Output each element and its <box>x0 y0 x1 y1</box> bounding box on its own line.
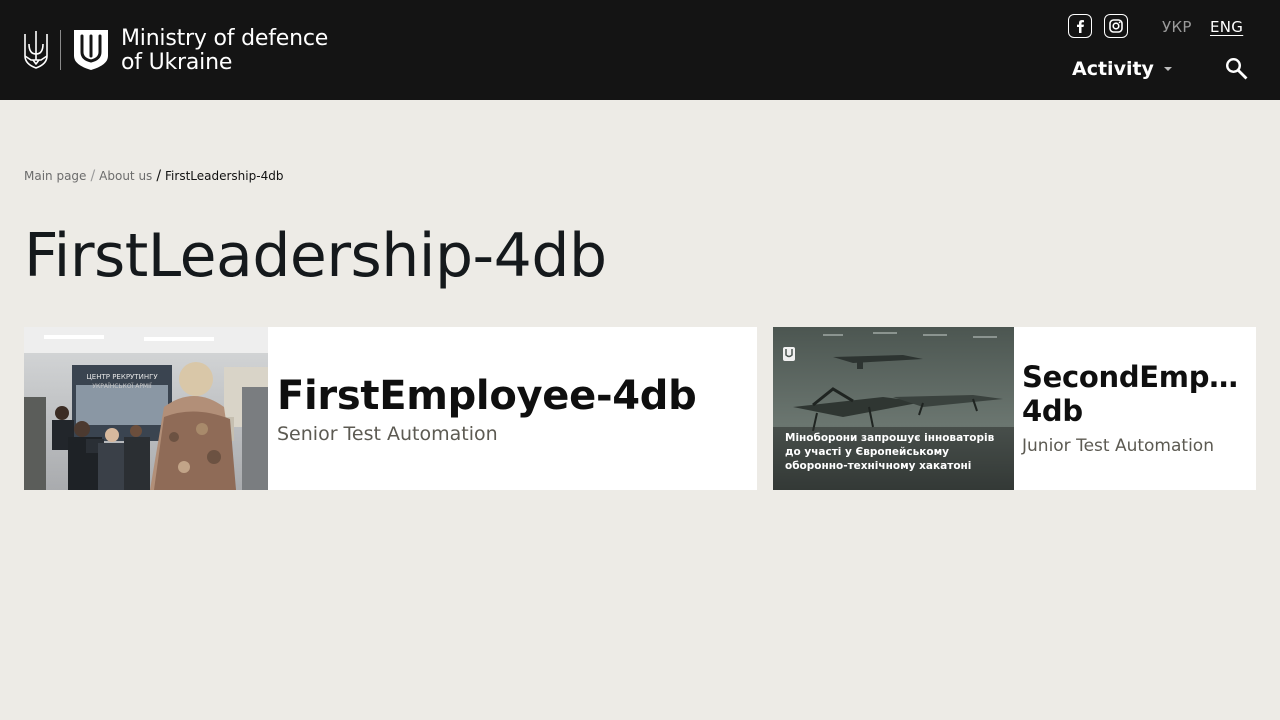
trident-emblem-icon[interactable] <box>24 30 48 70</box>
photo-caption-line-2: до участі у Європейському <box>785 446 949 458</box>
breadcrumb: Main page / About us / FirstLeadership-4… <box>24 168 283 184</box>
employee-name-line-2: 4db <box>1022 393 1083 428</box>
employee-card[interactable]: ЦЕНТР РЕКРУТИНГУ УКРАЇНСЬКОЇ АРМІЇ First… <box>24 327 757 490</box>
employee-photo: Міноборони запрошує інноваторів до участ… <box>773 327 1014 490</box>
photo-caption-line-3: оборонно-технічному хакатоні <box>785 460 971 472</box>
facebook-link[interactable] <box>1068 14 1092 38</box>
ministry-logo-text[interactable]: Ministry of defence of Ukraine <box>121 27 328 75</box>
search-icon[interactable] <box>1224 56 1248 80</box>
employee-name-line-1: SecondEmpl... <box>1022 359 1244 394</box>
breadcrumb-main-page[interactable]: Main page <box>24 168 86 184</box>
page-title: FirstLeadership-4db <box>24 221 607 291</box>
employee-name[interactable]: SecondEmpl... 4db <box>1022 360 1244 428</box>
language-ukr-link[interactable]: УКР <box>1162 18 1192 36</box>
instagram-link[interactable] <box>1104 14 1128 38</box>
breadcrumb-about-us[interactable]: About us <box>99 168 152 184</box>
language-eng-link[interactable]: ENG <box>1210 18 1243 36</box>
employee-photo: ЦЕНТР РЕКРУТИНГУ УКРАЇНСЬКОЇ АРМІЇ <box>24 327 268 490</box>
employee-role: Junior Test Automation <box>1022 435 1214 456</box>
breadcrumb-separator: / <box>90 168 96 184</box>
photo-caption-line-2: УКРАЇНСЬКОЇ АРМІЇ <box>92 383 152 390</box>
employee-role: Senior Test Automation <box>277 422 498 445</box>
logo-divider <box>60 30 61 70</box>
instagram-icon <box>1109 19 1123 33</box>
logo-line-1: Ministry of defence <box>121 26 329 51</box>
photo-caption-line-1: ЦЕНТР РЕКРУТИНГУ <box>86 373 158 381</box>
employee-card-body: SecondEmpl... 4db Junior Test Automation <box>1022 327 1246 490</box>
employee-card-body: FirstEmployee-4db Senior Test Automation <box>277 327 747 490</box>
employee-name[interactable]: FirstEmployee-4db <box>277 372 747 420</box>
activity-menu-button[interactable]: Activity <box>1072 57 1172 81</box>
site-header: Ministry of defence of Ukraine УКР ENG A… <box>0 0 1280 100</box>
ministry-shield-icon[interactable] <box>73 29 109 71</box>
breadcrumb-separator: / <box>156 168 162 184</box>
activity-label: Activity <box>1072 58 1154 80</box>
employee-card[interactable]: Міноборони запрошує інноваторів до участ… <box>773 327 1256 490</box>
chevron-down-icon <box>1163 67 1172 71</box>
logo-line-2: of Ukraine <box>121 50 233 75</box>
breadcrumb-current: FirstLeadership-4db <box>165 169 284 183</box>
facebook-icon <box>1077 20 1084 33</box>
photo-caption-line-1: Міноборони запрошує інноваторів <box>785 432 995 444</box>
